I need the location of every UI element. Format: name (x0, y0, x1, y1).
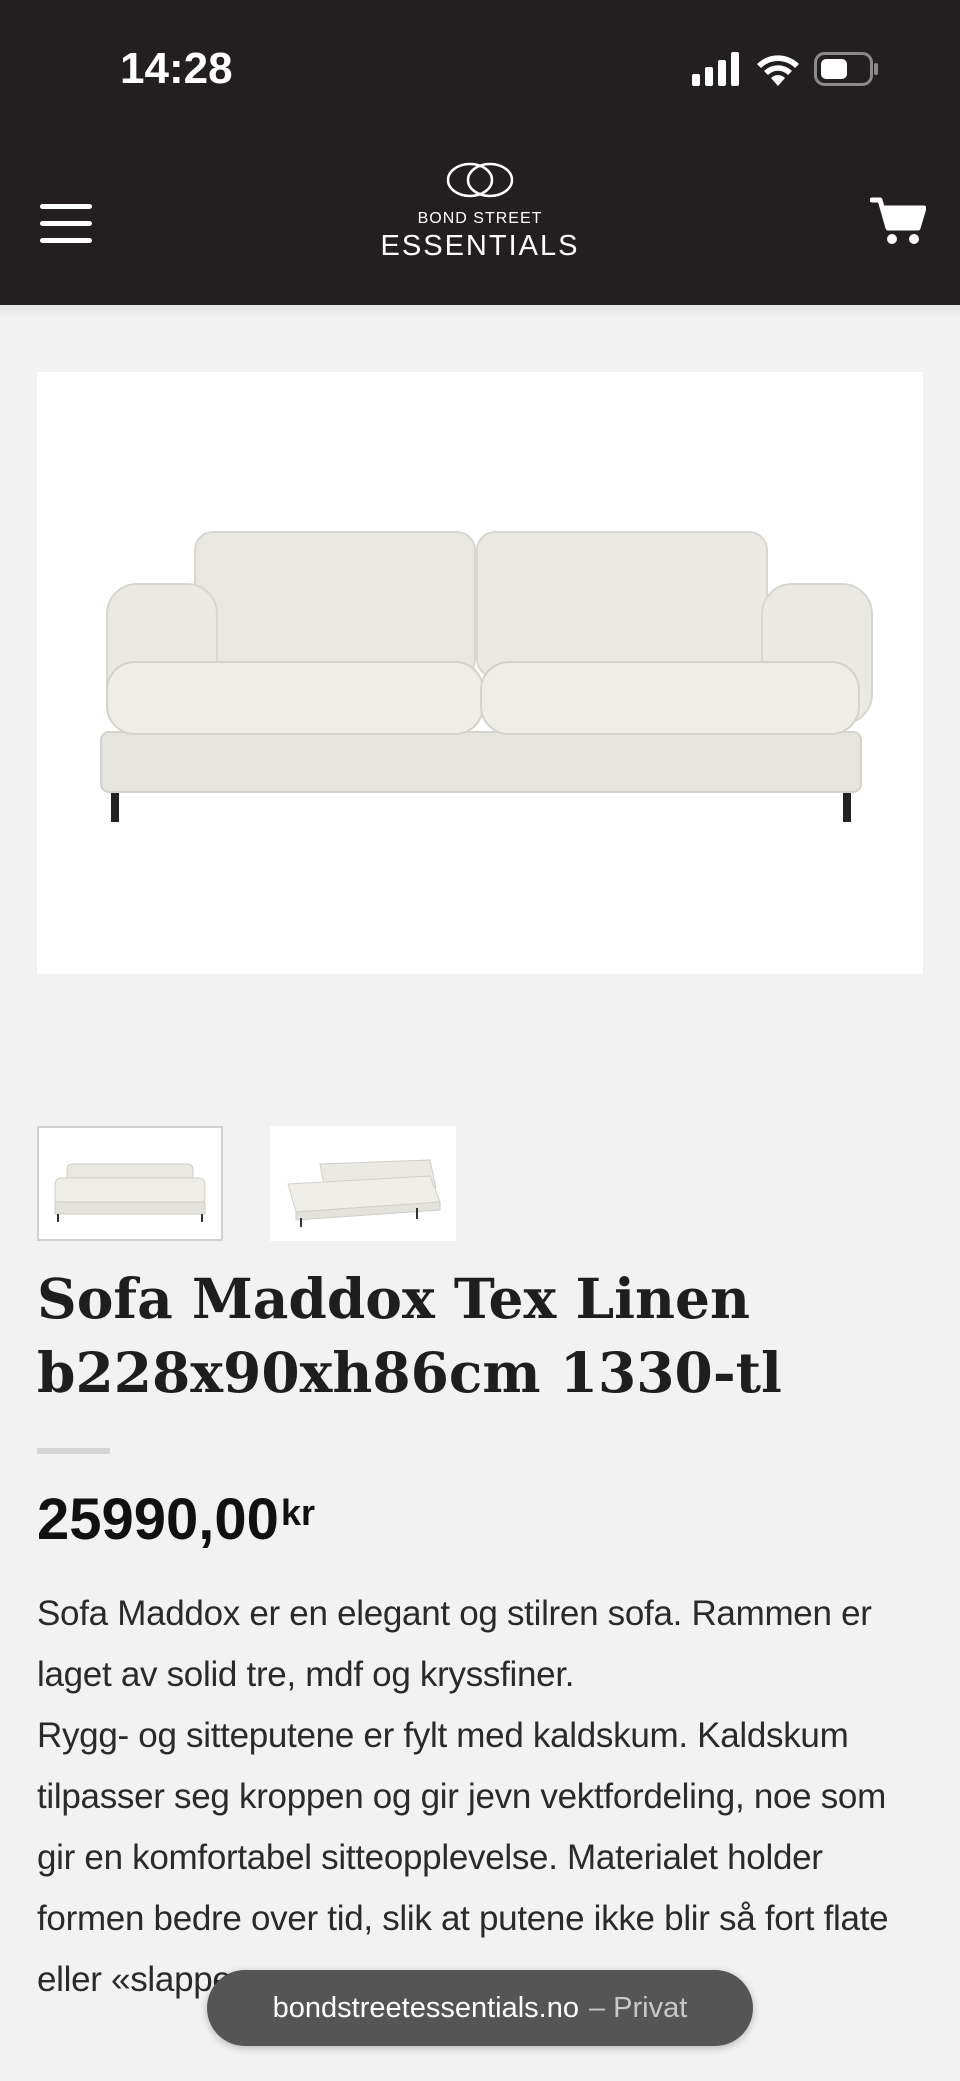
url-private-mode: – Privat (588, 1991, 688, 2024)
description-line: tilpasser seg kroppen og gir jevn vektfo… (37, 1777, 886, 1816)
brand-logo[interactable]: BOND STREET ESSENTIALS (330, 160, 630, 263)
battery-icon (814, 52, 878, 86)
price-currency: kr (281, 1492, 316, 1533)
description-line: gir en komfortabel sitteopplevelse. Mate… (37, 1838, 823, 1877)
wifi-icon (757, 55, 799, 86)
title-divider (37, 1448, 110, 1454)
product-title: Sofa Maddox Tex Linen b228x90xh86cm 1330… (37, 1266, 782, 1405)
sofa-front-image (100, 531, 873, 822)
description-line: formen bedre over tid, slik at putene ik… (37, 1899, 889, 1938)
description-line: laget av solid tre, mdf og kryssfiner. (37, 1655, 575, 1694)
sofa-thumbnail-front (54, 1163, 206, 1222)
cart-icon[interactable] (869, 196, 927, 251)
product-thumbnail-2[interactable] (270, 1126, 456, 1241)
sofa-thumbnail-angle (287, 1159, 441, 1227)
logo-rings-icon (446, 162, 514, 198)
product-description: Sofa Maddox er en elegant og stilren sof… (37, 1583, 927, 2010)
product-main-image[interactable] (37, 372, 923, 974)
hamburger-menu-icon[interactable] (40, 204, 92, 244)
browser-url-bar[interactable]: bondstreetessentials.no – Privat (207, 1970, 753, 2046)
signal-icon (692, 52, 739, 86)
url-domain: bondstreetessentials.no (272, 1991, 579, 2024)
status-icons (692, 52, 880, 86)
status-time: 14:28 (120, 44, 233, 93)
logo-line1: BOND STREET (417, 210, 543, 227)
description-line: Sofa Maddox er en elegant og stilren sof… (37, 1594, 872, 1633)
description-line: Rygg- og sitteputene er fylt med kaldsku… (37, 1716, 849, 1755)
product-price: 25990,00 (37, 1487, 279, 1552)
header-shadow (0, 305, 960, 319)
logo-line2: ESSENTIALS (380, 230, 580, 262)
product-thumbnail-1[interactable] (37, 1126, 223, 1241)
app-header: 14:28 BOND STREET ESSENTIALS (0, 0, 960, 305)
